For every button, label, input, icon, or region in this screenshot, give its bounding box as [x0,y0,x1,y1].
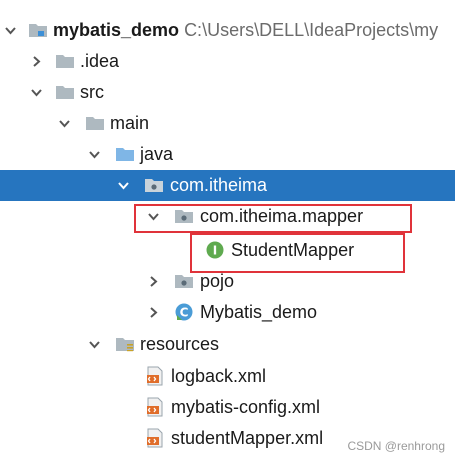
chevron-down-icon[interactable] [117,179,130,192]
project-path: C:\Users\DELL\IdeaProjects\my [184,20,439,40]
xml-file-icon [147,397,163,417]
tree-row-logback-xml[interactable]: logback.xml [0,361,455,392]
package-icon [145,179,163,192]
chevron-right-icon[interactable] [30,55,43,68]
tree-row-resources[interactable]: resources [0,329,455,360]
package-label: com.itheima [170,175,268,195]
tree-row-main-class[interactable]: C Mybatis_demo [0,297,455,328]
watermark: CSDN @renhrong [347,439,445,453]
pojo-label: pojo [200,271,235,291]
project-name: mybatis_demo [53,20,180,40]
folder-label-src: src [80,82,104,102]
folder-label-idea: .idea [80,51,120,71]
project-label: mybatis_demo C:\Users\DELL\IdeaProjects\… [53,20,438,40]
xml-file-icon [147,366,163,386]
tree-row-main[interactable]: main [0,108,455,139]
chevron-down-icon[interactable] [58,117,71,130]
tree-row-java[interactable]: java [0,139,455,170]
package-icon [175,275,193,288]
project-tree: mybatis_demo C:\Users\DELL\IdeaProjects\… [0,0,455,463]
chevron-right-icon[interactable] [147,275,160,288]
folder-label-java: java [140,144,174,164]
highlight-box-mapper-package [134,204,412,233]
folder-icon [56,86,74,99]
folder-icon [86,117,104,130]
highlight-box-student-mapper [190,233,405,273]
resources-label: resources [140,334,220,354]
file-label-mybatis-config: mybatis-config.xml [171,397,321,417]
chevron-down-icon[interactable] [4,24,17,37]
resources-folder-icon [116,338,134,352]
source-folder-icon [116,148,134,161]
tree-row-src[interactable]: src [0,77,455,108]
chevron-right-icon[interactable] [147,306,160,319]
xml-file-icon [147,428,163,448]
class-badge: C [180,306,189,320]
file-label-logback: logback.xml [171,366,267,386]
chevron-down-icon[interactable] [88,148,101,161]
class-icon: C [175,303,193,321]
tree-row-project[interactable]: mybatis_demo C:\Users\DELL\IdeaProjects\… [0,15,455,46]
tree-row-mybatis-config-xml[interactable]: mybatis-config.xml [0,392,455,423]
file-label-student-mapper: studentMapper.xml [171,428,324,448]
tree-row-package[interactable]: com.itheima [0,170,455,201]
main-class-label: Mybatis_demo [200,302,318,322]
chevron-down-icon[interactable] [88,338,101,351]
module-folder-icon [29,24,47,37]
tree-row-idea[interactable]: .idea [0,46,455,77]
chevron-down-icon[interactable] [30,86,43,99]
folder-icon [56,55,74,68]
folder-label-main: main [110,113,150,133]
